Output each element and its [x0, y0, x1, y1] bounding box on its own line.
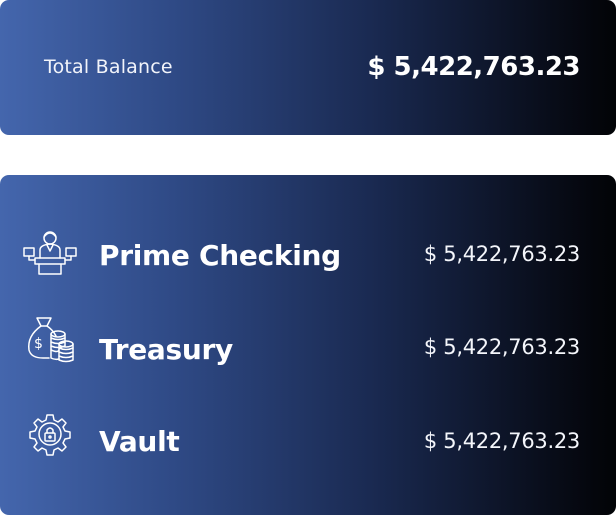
svg-text:$: $: [34, 336, 43, 352]
total-balance-card: Total Balance $ 5,422,763.23: [0, 0, 616, 135]
account-amount: $ 5,422,763.23: [423, 429, 580, 453]
accounts-card: Prime Checking $ 5,422,763.23 $ Treasury…: [0, 175, 616, 515]
account-name: Vault: [99, 425, 180, 458]
account-name: Treasury: [99, 333, 233, 366]
account-row-vault[interactable]: Vault $ 5,422,763.23: [0, 405, 616, 475]
total-balance-label: Total Balance: [44, 56, 173, 78]
gear-lock-icon: [20, 404, 80, 464]
account-amount: $ 5,422,763.23: [423, 335, 580, 359]
total-balance-value: $ 5,422,763.23: [367, 52, 580, 82]
banker-at-desk-icon: [20, 223, 80, 283]
account-row-prime-checking[interactable]: Prime Checking $ 5,422,763.23: [0, 221, 616, 291]
account-amount: $ 5,422,763.23: [423, 242, 580, 266]
money-bag-coins-icon: $: [20, 311, 80, 371]
account-name: Prime Checking: [99, 239, 341, 272]
account-row-treasury[interactable]: $ Treasury $ 5,422,763.23: [0, 313, 616, 383]
